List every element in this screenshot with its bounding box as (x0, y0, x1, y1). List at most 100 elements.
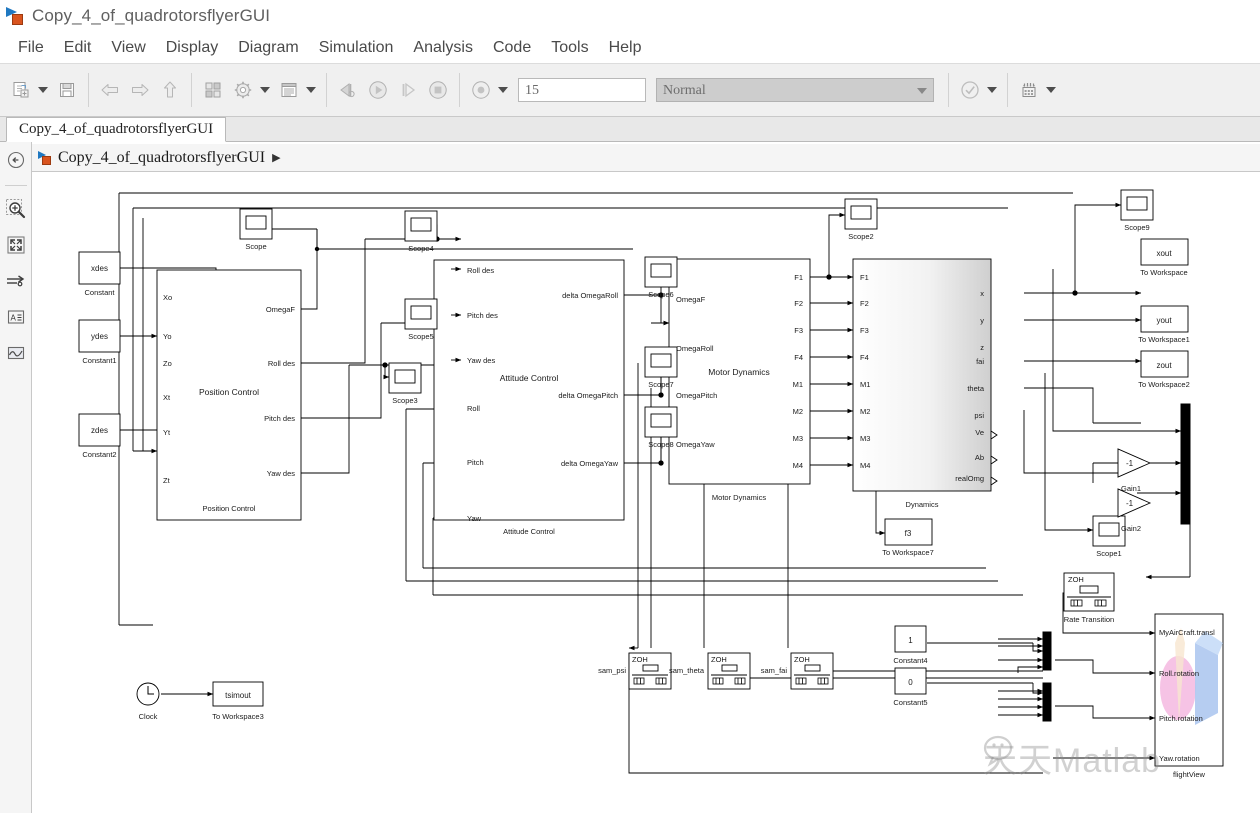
title-bar: Copy_4_of_quadrotorsflyerGUI (0, 0, 1260, 32)
annotation-icon[interactable]: A (4, 305, 28, 329)
menu-diagram[interactable]: Diagram (228, 37, 308, 59)
port-out-1: F2 (794, 299, 803, 308)
to-workspace-xout[interactable]: xout To Workspace (1140, 238, 1189, 277)
run-icon[interactable] (364, 76, 392, 104)
block-caption: Scope7 (648, 380, 673, 389)
new-model-icon[interactable] (7, 76, 35, 104)
subsystem-motor-dynamics[interactable]: Motor Dynamics OmegaF OmegaRoll OmegaPit… (668, 258, 811, 502)
breadcrumb-separator-icon: ▶ (272, 152, 281, 164)
flight-view-block[interactable]: MyAirCraft.transl Roll.rotation Pitch.ro… (1154, 613, 1224, 779)
gain-block-gain1[interactable]: -1 Gain1 (1117, 448, 1152, 493)
port-in-1: Pitch des (467, 311, 498, 320)
scope-block-scope6[interactable]: Scope6 (644, 256, 678, 299)
stop-icon[interactable] (424, 76, 452, 104)
build-model-dropdown-caret[interactable] (1044, 77, 1058, 103)
block-caption: Constant4 (893, 656, 927, 665)
forward-arrow-icon[interactable] (126, 76, 154, 104)
constant-block-4[interactable]: 1 Constant4 (893, 625, 928, 665)
port-out-1: Roll des (268, 359, 295, 368)
mux-block-upper[interactable] (1180, 403, 1191, 525)
scope-block-scope2[interactable]: Scope2 (844, 198, 878, 241)
simulation-mode-select[interactable]: Normal (656, 78, 934, 102)
menu-code[interactable]: Code (483, 37, 541, 59)
left-toolbar-rail: A (0, 142, 32, 813)
fast-restart-icon[interactable] (467, 76, 495, 104)
port-in-2: F3 (860, 326, 869, 335)
block-caption: Constant1 (82, 356, 116, 365)
zoh-block-sam-psi[interactable]: ZOH sam_psi (598, 652, 672, 690)
menu-simulation[interactable]: Simulation (309, 37, 404, 59)
back-arrow-icon[interactable] (96, 76, 124, 104)
library-browser-icon[interactable] (199, 76, 227, 104)
to-workspace-yout[interactable]: yout To Workspace1 (1138, 305, 1190, 344)
port-out-8: realOmg (955, 474, 984, 483)
constant-block-ydes[interactable]: ydes Constant1 (78, 319, 121, 365)
new-model-dropdown-caret[interactable] (36, 77, 50, 103)
menu-file[interactable]: File (8, 37, 54, 59)
menu-display[interactable]: Display (156, 37, 228, 59)
step-back-icon[interactable] (334, 76, 362, 104)
menu-analysis[interactable]: Analysis (403, 37, 483, 59)
zoh-label: ZOH (1068, 575, 1084, 584)
subsystem-attitude-control[interactable]: Attitude Control Roll des Pitch des Yaw … (433, 259, 625, 536)
scope-block-scope5[interactable]: Scope5 (404, 298, 438, 341)
scope-block-scope7[interactable]: Scope7 (644, 346, 678, 389)
gain-block-gain2[interactable]: -1 Gain2 (1117, 488, 1152, 533)
build-icon[interactable] (1015, 76, 1043, 104)
to-workspace-f3[interactable]: f3 To Workspace7 (882, 518, 934, 557)
menu-view[interactable]: View (101, 37, 155, 59)
scope-viewer-icon[interactable] (4, 341, 28, 365)
update-model-dropdown-caret[interactable] (985, 77, 999, 103)
block-caption: Scope3 (392, 396, 417, 405)
model-config-dropdown-caret[interactable] (258, 77, 272, 103)
clock-block[interactable]: Clock (136, 682, 160, 721)
fit-to-view-icon[interactable] (4, 233, 28, 257)
block-caption: Rate Transition (1064, 615, 1114, 624)
constant-block-5[interactable]: 0 Constant5 (893, 667, 928, 707)
to-workspace-value: zout (1156, 361, 1172, 370)
menu-edit[interactable]: Edit (54, 37, 102, 59)
scope-block-scope4[interactable]: Scope4 (404, 210, 438, 253)
constant-value: xdes (91, 264, 108, 273)
menu-help[interactable]: Help (599, 37, 652, 59)
gear-icon[interactable] (229, 76, 257, 104)
port-out-3: Yaw des (267, 469, 295, 478)
stop-time-input[interactable]: 15 (518, 78, 646, 102)
menu-tools[interactable]: Tools (541, 37, 598, 59)
constant-block-zdes[interactable]: zdes Constant2 (78, 413, 121, 459)
port-in-3: Roll (467, 404, 480, 413)
block-caption: Scope6 (648, 290, 673, 299)
simulink-model-window: Copy_4_of_quadrotorsflyerGUI File Edit V… (0, 0, 1260, 813)
subsystem-position-control[interactable]: Position Control Xo Yo Zo Xt Yt Zt Omega… (156, 269, 302, 521)
port-out-4: theta (967, 384, 985, 393)
simulink-model-icon (6, 6, 28, 26)
scope-block-scope3[interactable]: Scope3 (388, 362, 422, 405)
scope-block-scope8[interactable]: Scope8 (644, 406, 678, 449)
to-workspace-tsimout[interactable]: tsimout To Workspace3 (212, 681, 264, 721)
port-in-2: OmegaPitch (676, 391, 717, 400)
subsystem-dynamics[interactable]: F1 F2 F3 F4 M1 M2 M3 M4 x y z fai theta … (852, 258, 998, 509)
navigate-back-icon[interactable] (4, 148, 28, 172)
to-workspace-zout[interactable]: zout To Workspace2 (1138, 350, 1190, 389)
zoh-block-sam-fai[interactable]: ZOH sam_fai (761, 652, 834, 690)
mux-block-lower-2[interactable] (1042, 682, 1052, 722)
breadcrumb-root[interactable]: Copy_4_of_quadrotorsflyerGUI (58, 149, 265, 167)
constant-block-xdes[interactable]: xdes Constant (78, 251, 121, 297)
model-explorer-dropdown-caret[interactable] (304, 77, 318, 103)
model-explorer-icon[interactable] (275, 76, 303, 104)
tab-model[interactable]: Copy_4_of_quadrotorsflyerGUI (6, 117, 227, 142)
mux-block-lower-1[interactable] (1042, 631, 1052, 671)
scope-block-scope[interactable]: Scope (239, 208, 273, 251)
model-canvas[interactable]: xdes Constant ydes Constant1 zdes Consta… (33, 173, 1260, 813)
scope-block-scope9[interactable]: Scope9 (1120, 189, 1154, 232)
save-icon[interactable] (53, 76, 81, 104)
fast-restart-dropdown-caret[interactable] (496, 77, 510, 103)
step-forward-icon[interactable] (394, 76, 422, 104)
up-arrow-icon[interactable] (156, 76, 184, 104)
zoom-icon[interactable] (4, 197, 28, 221)
zoh-block-sam-theta[interactable]: ZOH sam_theta (669, 652, 751, 690)
rate-transition-block[interactable]: ZOH Rate Transition (1063, 572, 1115, 624)
signal-routing-icon[interactable] (4, 269, 28, 293)
scope-block-scope1[interactable]: Scope1 (1092, 515, 1126, 558)
check-icon[interactable] (956, 76, 984, 104)
